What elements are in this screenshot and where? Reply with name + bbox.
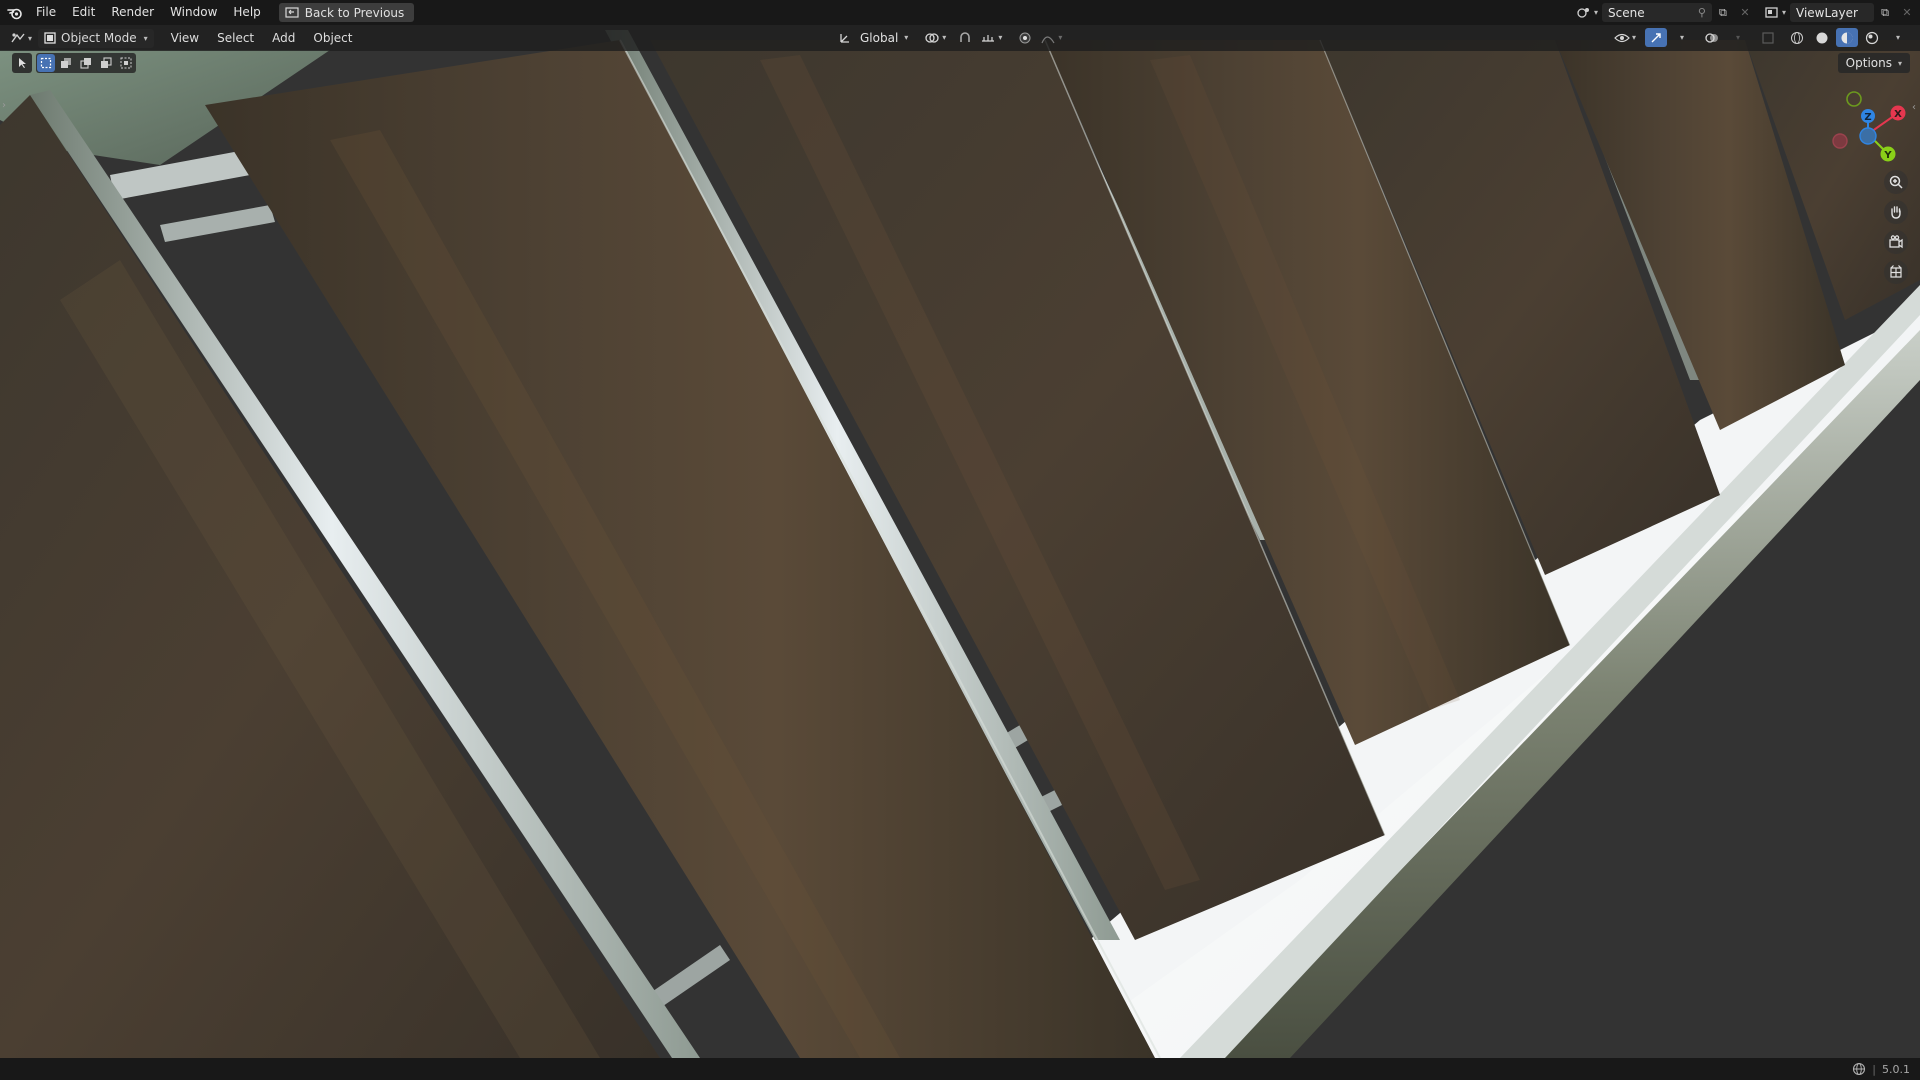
camera-icon[interactable] [1884,230,1908,254]
select-invert-icon[interactable] [97,54,115,72]
version-label: 5.0.1 [1882,1062,1910,1076]
tool-settings-row [12,52,136,74]
options-label: Options [1845,56,1892,70]
pivot-point-icon[interactable]: ▾ [924,28,946,47]
menu-view[interactable]: View [162,31,208,45]
delete-scene-icon[interactable]: ✕ [1734,3,1756,22]
top-menu-bar: File Edit Render Window Help Back to Pre… [0,0,1920,25]
scene-selector[interactable]: Scene ⚲ [1601,3,1712,22]
pin-icon[interactable]: ⚲ [1698,6,1706,19]
wireframe-shading-icon[interactable] [1786,28,1808,47]
gizmo-x-label: X [1894,109,1902,120]
xray-toggle-icon[interactable] [1757,28,1779,47]
viewport-header: ▾ Object Mode ▾ View Select Add Object G… [0,25,1920,51]
hand-icon[interactable] [1884,200,1908,224]
gizmo-neg-y-circle[interactable] [1846,91,1862,107]
zoom-icon[interactable] [1884,170,1908,194]
shading-tools: ▾ ▾ ▾ ▾ [1614,28,1908,47]
menu-help[interactable]: Help [225,0,268,25]
proportional-edit-icon[interactable] [1014,28,1036,47]
object-mode-label: Object Mode [61,31,137,45]
viewlayer-selector[interactable]: ViewLayer [1790,3,1874,22]
visibility-icon[interactable]: ▾ [1614,28,1636,47]
options-dropdown[interactable]: Options ▾ [1837,53,1910,73]
gizmo-neg-x-circle[interactable] [1832,133,1848,149]
falloff-icon[interactable]: ▾ [1040,28,1062,47]
status-divider: | [1872,1062,1876,1076]
rendered-shading-icon[interactable] [1861,28,1883,47]
new-scene-icon[interactable]: ⧉ [1712,3,1734,22]
menu-file[interactable]: File [28,0,64,25]
overlay-toggle-icon[interactable] [1701,28,1723,47]
menu-select[interactable]: Select [208,31,263,45]
viewlayer-name: ViewLayer [1796,5,1858,20]
select-new-icon[interactable] [37,54,55,72]
menu-render[interactable]: Render [103,0,162,25]
navigation-gizmo[interactable]: X Z Y [1830,88,1910,168]
shading-dropdown-icon[interactable]: ▾ [1886,28,1908,47]
new-viewlayer-icon[interactable]: ⧉ [1874,3,1896,22]
network-globe-icon[interactable] [1852,1062,1866,1076]
back-to-previous-button[interactable]: Back to Previous [278,3,415,22]
menu-add[interactable]: Add [263,31,304,45]
menu-object[interactable]: Object [304,31,361,45]
selection-mode-group [36,53,136,73]
scene-type-icon[interactable]: ▾ [1576,3,1598,22]
select-extend-icon[interactable] [57,54,75,72]
solid-shading-icon[interactable] [1811,28,1833,47]
select-tool-icon[interactable] [12,53,32,73]
material-preview-icon[interactable] [1836,28,1858,47]
viewlayer-type-icon[interactable]: ▾ [1764,3,1786,22]
select-subtract-icon[interactable] [77,54,95,72]
object-mode-icon [44,32,56,44]
editor-type-icon[interactable]: ▾ [10,29,32,48]
gizmo-dropdown-icon[interactable]: ▾ [1670,28,1692,47]
sidebar-toggle-icon[interactable]: ‹ [1912,102,1916,113]
overlay-dropdown-icon[interactable]: ▾ [1726,28,1748,47]
object-mode-dropdown[interactable]: Object Mode ▾ [38,28,154,48]
snap-toggle-icon[interactable] [954,28,976,47]
gizmo-y-label: Y [1883,150,1892,161]
snap-target-icon[interactable]: ▾ [980,28,1002,47]
back-to-previous-label: Back to Previous [304,5,405,20]
orientation-icon [840,33,849,43]
orientation-label: Global [860,30,899,45]
chevron-down-icon: ▾ [143,33,148,43]
blender-logo-icon[interactable] [2,0,28,25]
gizmo-neg-z-circle[interactable] [1859,127,1877,145]
select-intersect-icon[interactable] [117,54,135,72]
toolbar-toggle-icon[interactable]: › [2,100,6,111]
chevron-down-icon: ▾ [1897,58,1902,68]
back-screen-icon [285,6,299,18]
delete-viewlayer-icon[interactable]: ✕ [1896,3,1918,22]
orientation-dropdown[interactable]: Global ▾ [834,28,912,47]
navigation-buttons [1884,170,1908,284]
menu-window[interactable]: Window [162,0,225,25]
transform-tools: Global ▾ ▾ ▾ ▾ [834,28,1062,47]
gizmo-toggle-icon[interactable] [1645,28,1667,47]
viewport-3d[interactable] [0,0,1920,1080]
menu-edit[interactable]: Edit [64,0,103,25]
status-bar: | 5.0.1 [0,1058,1920,1080]
grid-icon[interactable] [1884,260,1908,284]
gizmo-z-label: Z [1864,112,1871,123]
scene-name: Scene [1607,5,1645,20]
